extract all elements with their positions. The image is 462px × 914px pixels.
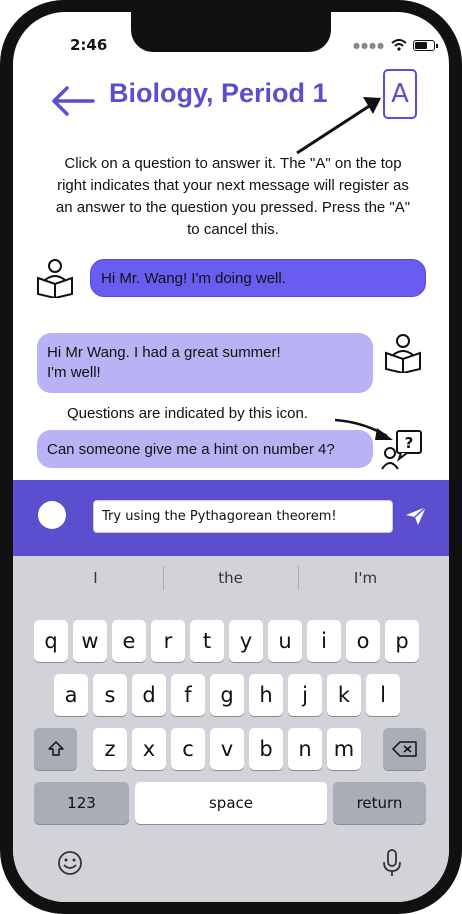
space-key[interactable]: space (135, 782, 327, 824)
key-v[interactable]: v (210, 728, 244, 770)
key-u[interactable]: u (268, 620, 302, 662)
reader-icon (37, 259, 73, 298)
suggestion-1[interactable]: I (23, 556, 168, 600)
key-l[interactable]: l (366, 674, 400, 716)
volume-up-button (4, 180, 10, 246)
key-o[interactable]: o (346, 620, 380, 662)
key-c[interactable]: c (171, 728, 205, 770)
wifi-icon (391, 39, 407, 51)
key-p[interactable]: p (385, 620, 419, 662)
key-h[interactable]: h (249, 674, 283, 716)
key-y[interactable]: y (229, 620, 263, 662)
annotation-arrow-icon (296, 97, 381, 155)
key-m[interactable]: m (327, 728, 361, 770)
message-bubble: Hi Mr Wang. I had a great summer! I'm we… (37, 333, 373, 393)
signal-icon: ●●●● (353, 40, 385, 50)
key-i[interactable]: i (307, 620, 341, 662)
key-k[interactable]: k (327, 674, 361, 716)
suggestion-3[interactable]: I'm (293, 556, 438, 600)
suggestion-2[interactable]: the (158, 556, 303, 600)
key-z[interactable]: z (93, 728, 127, 770)
back-arrow-icon[interactable] (51, 84, 95, 118)
key-e[interactable]: e (112, 620, 146, 662)
return-key[interactable]: return (333, 782, 426, 824)
key-n[interactable]: n (288, 728, 322, 770)
shift-key[interactable] (34, 728, 77, 770)
key-a[interactable]: a (54, 674, 88, 716)
mute-switch (4, 118, 10, 154)
send-icon[interactable] (405, 506, 427, 526)
key-b[interactable]: b (249, 728, 283, 770)
question-bubble[interactable]: Can someone give me a hint on number 4? (37, 430, 373, 468)
key-r[interactable]: r (151, 620, 185, 662)
backspace-key[interactable] (383, 728, 426, 770)
volume-down-button (4, 252, 10, 318)
message-bubble: Hi Mr. Wang! I'm doing well. (90, 259, 426, 297)
notch (131, 12, 331, 52)
backspace-icon (391, 741, 417, 757)
key-t[interactable]: t (190, 620, 224, 662)
key-w[interactable]: w (73, 620, 107, 662)
key-s[interactable]: s (93, 674, 127, 716)
microphone-icon[interactable] (382, 848, 402, 878)
key-d[interactable]: d (132, 674, 166, 716)
key-f[interactable]: f (171, 674, 205, 716)
numbers-key[interactable]: 123 (34, 782, 129, 824)
key-j[interactable]: j (288, 674, 322, 716)
svg-text:?: ? (405, 434, 414, 452)
reader-icon (385, 334, 421, 373)
message-input[interactable] (93, 500, 393, 533)
screen: 2:46 ●●●● Biology, Period 1 A Click on a… (13, 12, 449, 902)
power-button (452, 180, 458, 280)
key-g[interactable]: g (210, 674, 244, 716)
attachment-toggle[interactable] (38, 501, 66, 529)
shift-icon (47, 741, 64, 756)
question-icon: ? (381, 430, 422, 470)
question-hint-text: Questions are indicated by this icon. (67, 405, 308, 422)
key-x[interactable]: x (132, 728, 166, 770)
keyboard: I the I'm qwertyuiop asdfghjkl zxcvbnm 1… (13, 556, 449, 902)
emoji-icon[interactable] (57, 850, 83, 876)
battery-icon (412, 39, 438, 51)
status-time: 2:46 (70, 36, 108, 54)
key-q[interactable]: q (34, 620, 68, 662)
status-icons: ●●●● (353, 39, 438, 51)
instructions-text: Click on a question to answer it. The "A… (55, 155, 411, 238)
